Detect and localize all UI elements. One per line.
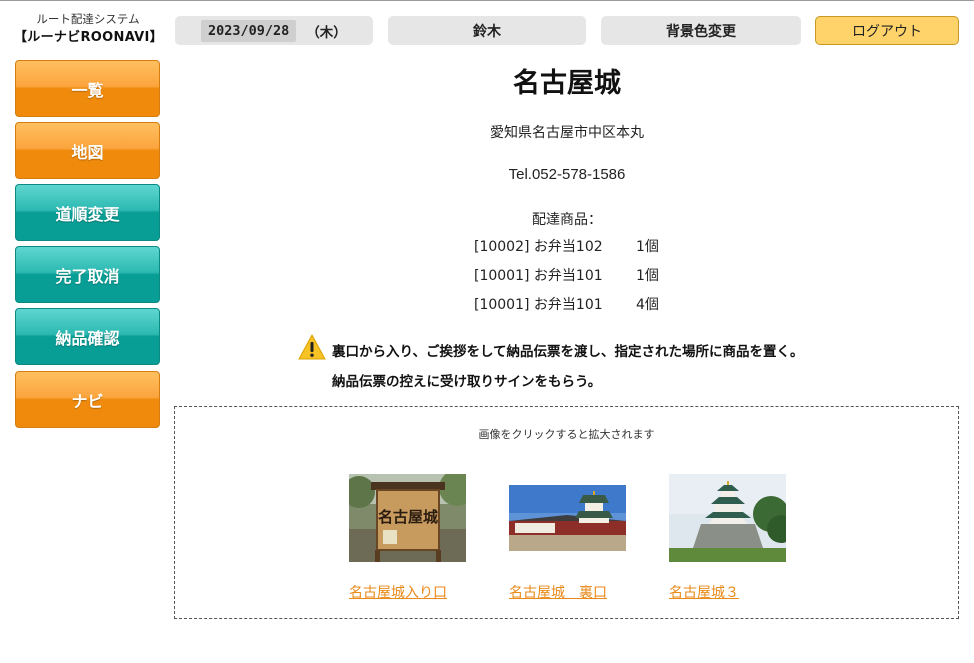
- bg-color-change-button[interactable]: 背景色変更: [601, 16, 801, 45]
- goods-qty: 1個: [636, 268, 659, 284]
- goods-row: [10002] お弁当102 1個: [474, 236, 676, 265]
- warning-icon: [298, 334, 326, 360]
- sign-text: 名古屋城: [378, 508, 438, 526]
- photo-link-entrance[interactable]: 名古屋城入り口: [349, 582, 447, 602]
- date-value: 2023/09/28: [201, 19, 297, 42]
- user-name: 鈴木: [388, 16, 586, 45]
- goods-item: [10001] お弁当101: [474, 297, 603, 313]
- menu-route-change-button[interactable]: 道順変更: [15, 184, 160, 241]
- photo-hint: 画像をクリックすると拡大されます: [478, 428, 655, 441]
- brand: ルート配達システム 【ルーナビROONAVI】: [14, 10, 163, 48]
- menu-delivery-confirm-button[interactable]: 納品確認: [15, 308, 160, 365]
- note-line-1: 裏口から入り、ご挨拶をして納品伝票を渡し、指定された場所に商品を置く。: [332, 344, 804, 360]
- top-border: [0, 0, 974, 1]
- photo-panel: 画像をクリックすると拡大されます 名古屋城 名古屋城入り口 名古屋城 裏口 名古…: [174, 406, 959, 619]
- goods-qty: 1個: [636, 239, 659, 255]
- photo-entrance[interactable]: 名古屋城: [349, 474, 466, 562]
- photo-link-castle[interactable]: 名古屋城３: [669, 582, 739, 602]
- menu-navi-button[interactable]: ナビ: [15, 371, 160, 428]
- note-line-2: 納品伝票の控えに受け取りサインをもらう。: [332, 374, 602, 390]
- goods-row: [10001] お弁当101 1個: [474, 265, 676, 294]
- brand-name: 【ルーナビROONAVI】: [14, 30, 163, 45]
- brand-subtitle: ルート配達システム: [36, 12, 140, 26]
- goods-list: [10002] お弁当102 1個 [10001] お弁当101 1個 [100…: [474, 236, 676, 323]
- goods-label: 配達商品：: [532, 212, 602, 228]
- goods-qty: 4個: [636, 297, 659, 313]
- goods-item: [10002] お弁当102: [474, 239, 603, 255]
- date-display: 2023/09/28 （木）: [175, 16, 373, 45]
- place-tel: Tel.052-578-1586: [508, 166, 626, 183]
- weekday: （木）: [306, 24, 347, 41]
- place-address: 愛知県名古屋市中区本丸: [490, 125, 644, 141]
- goods-row: [10001] お弁当101 4個: [474, 294, 676, 323]
- photo-link-back-gate[interactable]: 名古屋城 裏口: [509, 582, 607, 602]
- photo-back-gate[interactable]: [509, 485, 626, 551]
- place-title: 名古屋城: [513, 68, 621, 99]
- menu-cancel-complete-button[interactable]: 完了取消: [15, 246, 160, 303]
- logout-button[interactable]: ログアウト: [815, 16, 959, 45]
- menu-list-button[interactable]: 一覧: [15, 60, 160, 117]
- photo-castle[interactable]: [669, 474, 786, 562]
- menu-map-button[interactable]: 地図: [15, 122, 160, 179]
- goods-item: [10001] お弁当101: [474, 268, 603, 284]
